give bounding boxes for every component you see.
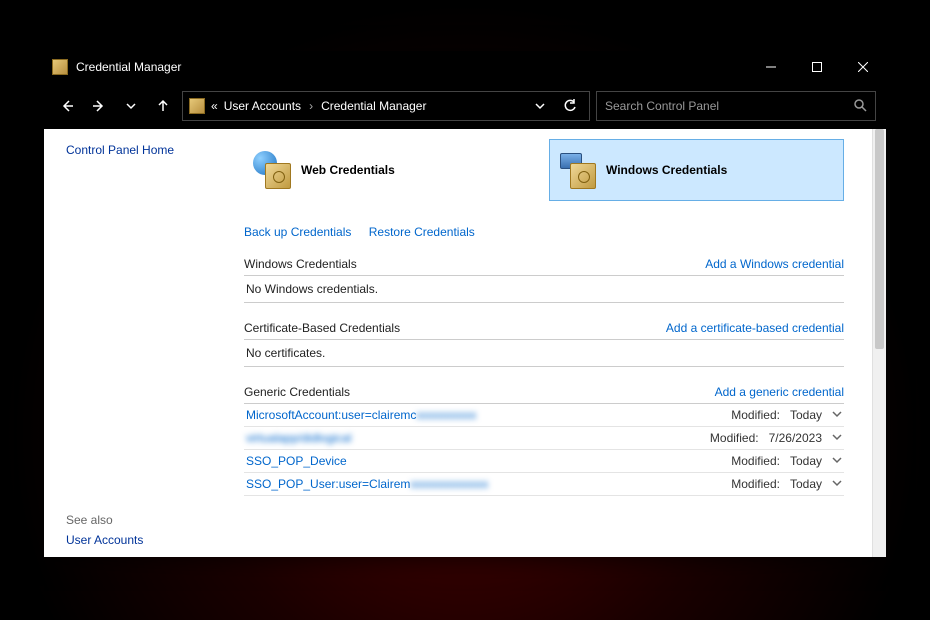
backup-credentials-link[interactable]: Back up Credentials [244, 225, 351, 239]
chevron-right-icon: › [309, 99, 313, 113]
breadcrumb-credential-manager[interactable]: Credential Manager [321, 99, 426, 113]
windows-creds-title: Windows Credentials [244, 257, 357, 271]
credential-meta: Modified:Today [731, 408, 842, 422]
scrollbar-thumb[interactable] [875, 129, 884, 349]
credential-actions: Back up Credentials Restore Credentials [244, 225, 844, 239]
search-input[interactable] [605, 99, 853, 113]
credential-row[interactable]: SSO_POP_DeviceModified:Today [244, 450, 844, 473]
credential-row[interactable]: SSO_POP_User:user=ClairemxxxxxxxxxxxxxMo… [244, 473, 844, 496]
web-credentials-tab[interactable]: Web Credentials [244, 139, 539, 201]
titlebar: Credential Manager [44, 51, 886, 83]
refresh-button[interactable] [557, 93, 583, 119]
search-icon [853, 98, 867, 115]
up-button[interactable] [150, 93, 176, 119]
address-icon [189, 98, 205, 114]
windows-credentials-label: Windows Credentials [606, 163, 727, 177]
generic-creds-title: Generic Credentials [244, 385, 350, 399]
app-icon [52, 59, 68, 75]
windows-credentials-section: Windows Credentials Add a Windows creden… [244, 257, 844, 303]
credential-name: SSO_POP_Device [246, 454, 731, 468]
cert-credentials-section: Certificate-Based Credentials Add a cert… [244, 321, 844, 367]
content-area: Control Panel Home See also User Account… [44, 129, 886, 557]
credential-name: SSO_POP_User:user=Clairemxxxxxxxxxxxxx [246, 477, 731, 491]
close-button[interactable] [840, 51, 886, 83]
credential-name: MicrosoftAccount:user=clairemcxxxxxxxxxx [246, 408, 731, 422]
add-cert-credential-link[interactable]: Add a certificate-based credential [666, 321, 844, 335]
search-box[interactable] [596, 91, 876, 121]
see-also-label: See also [66, 513, 234, 527]
chevron-down-icon[interactable] [832, 431, 842, 445]
add-windows-credential-link[interactable]: Add a Windows credential [705, 257, 844, 271]
credential-meta: Modified:Today [731, 454, 842, 468]
cert-creds-empty: No certificates. [244, 340, 844, 367]
address-dropdown[interactable] [527, 93, 553, 119]
web-credentials-label: Web Credentials [301, 163, 395, 177]
navbar: « User Accounts › Credential Manager [44, 83, 886, 129]
forward-button[interactable] [86, 93, 112, 119]
windows-creds-empty: No Windows credentials. [244, 276, 844, 303]
vertical-scrollbar[interactable] [872, 129, 886, 557]
web-credentials-icon [253, 151, 291, 189]
control-panel-home-link[interactable]: Control Panel Home [66, 143, 234, 157]
address-bar[interactable]: « User Accounts › Credential Manager [182, 91, 590, 121]
credential-tabs: Web Credentials Windows Credentials [244, 139, 844, 201]
chevron-down-icon[interactable] [832, 477, 842, 491]
user-accounts-link[interactable]: User Accounts [66, 533, 234, 547]
windows-credentials-icon [558, 151, 596, 189]
maximize-button[interactable] [794, 51, 840, 83]
back-button[interactable] [54, 93, 80, 119]
cert-creds-title: Certificate-Based Credentials [244, 321, 400, 335]
sidebar: Control Panel Home See also User Account… [44, 129, 244, 557]
credential-name: virtualapp/didlogical [246, 431, 710, 445]
minimize-button[interactable] [748, 51, 794, 83]
credential-meta: Modified:Today [731, 477, 842, 491]
credential-row[interactable]: virtualapp/didlogicalModified:7/26/2023 [244, 427, 844, 450]
credential-meta: Modified:7/26/2023 [710, 431, 842, 445]
breadcrumb-user-accounts[interactable]: User Accounts [224, 99, 301, 113]
credential-row[interactable]: MicrosoftAccount:user=clairemcxxxxxxxxxx… [244, 404, 844, 427]
windows-credentials-tab[interactable]: Windows Credentials [549, 139, 844, 201]
generic-credentials-section: Generic Credentials Add a generic creden… [244, 385, 844, 496]
add-generic-credential-link[interactable]: Add a generic credential [715, 385, 844, 399]
restore-credentials-link[interactable]: Restore Credentials [369, 225, 475, 239]
credential-manager-window: Credential Manager « U [44, 51, 886, 557]
chevron-down-icon[interactable] [832, 454, 842, 468]
chevron-down-icon[interactable] [832, 408, 842, 422]
recent-dropdown[interactable] [118, 93, 144, 119]
main-panel: Web Credentials Windows Credentials Back… [244, 129, 886, 557]
generic-credentials-list: MicrosoftAccount:user=clairemcxxxxxxxxxx… [244, 404, 844, 496]
breadcrumb-prefix: « [211, 99, 218, 113]
window-title: Credential Manager [76, 60, 748, 74]
